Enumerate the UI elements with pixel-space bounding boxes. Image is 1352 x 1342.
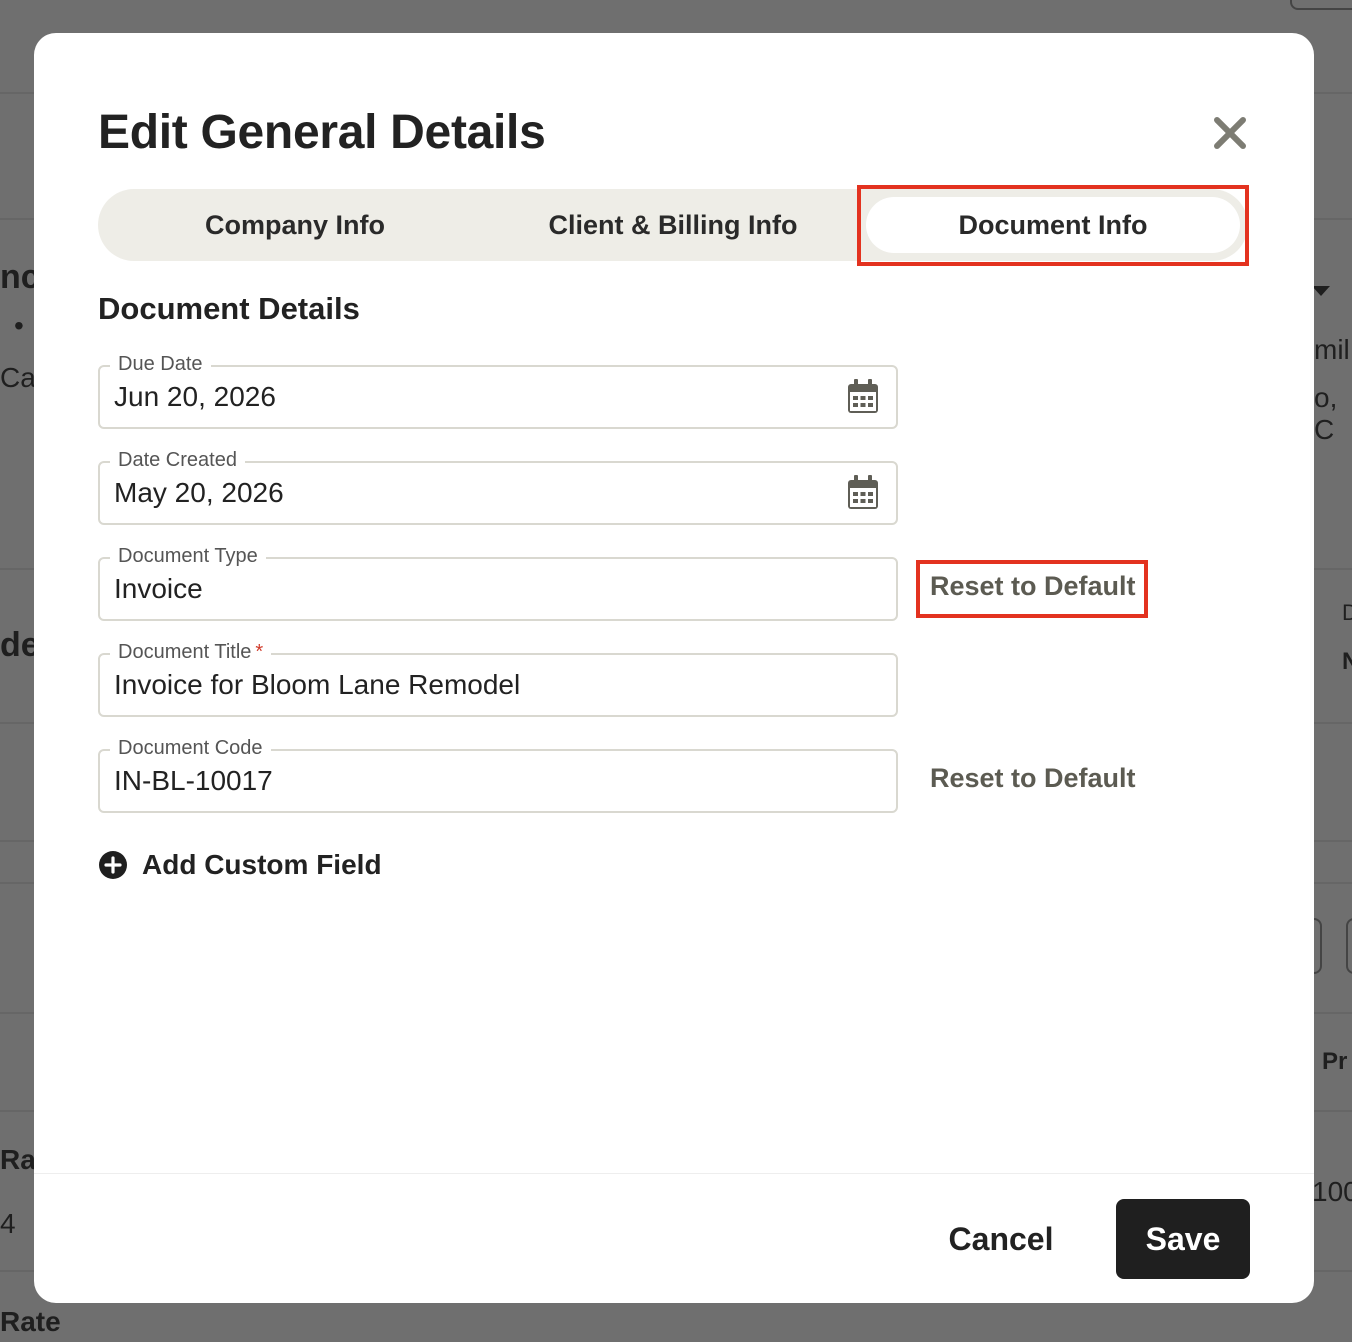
close-button[interactable] — [1212, 115, 1248, 151]
bg-button — [1290, 0, 1352, 10]
date-created-input[interactable] — [114, 471, 814, 515]
plus-circle-icon — [99, 851, 127, 879]
document-code-input[interactable] — [114, 759, 814, 803]
document-title-input[interactable] — [114, 663, 814, 707]
document-title-field: Document Title * — [98, 641, 898, 717]
edit-details-modal: Edit General Details Company Info Client… — [34, 33, 1314, 1303]
bg-text: D — [1342, 600, 1352, 625]
bg-text: 4 — [0, 1208, 16, 1239]
document-type-label: Document Type — [110, 545, 266, 568]
document-code-label: Document Code — [110, 737, 271, 760]
section-title: Document Details — [98, 291, 360, 326]
date-created-label: Date Created — [110, 449, 245, 472]
due-date-input[interactable] — [114, 375, 814, 419]
document-type-field: Document Type — [98, 545, 898, 621]
bg-text: Rate — [0, 1306, 61, 1337]
bg-text: Pr — [1322, 1048, 1348, 1075]
reset-document-code-button[interactable]: Reset to Default — [930, 763, 1136, 794]
tab-company-info[interactable]: Company Info — [106, 197, 484, 253]
due-date-label: Due Date — [110, 353, 211, 376]
bg-text: mil — [1314, 334, 1350, 365]
add-custom-field-label: Add Custom Field — [142, 849, 382, 880]
document-code-field: Document Code — [98, 737, 898, 813]
reset-document-type-button[interactable]: Reset to Default — [930, 571, 1136, 602]
calendar-icon[interactable] — [846, 379, 880, 415]
due-date-field: Due Date — [98, 353, 898, 429]
save-button[interactable]: Save — [1116, 1199, 1250, 1279]
document-title-label: Document Title * — [110, 641, 272, 664]
tab-client-billing-info[interactable]: Client & Billing Info — [484, 197, 862, 253]
tab-document-info[interactable]: Document Info — [866, 197, 1240, 253]
document-title-label-text: Document Title — [118, 641, 252, 663]
calendar-icon[interactable] — [846, 475, 880, 511]
modal-title: Edit General Details — [98, 106, 546, 159]
close-icon — [1214, 117, 1246, 149]
required-marker: * — [255, 641, 264, 663]
document-type-input[interactable] — [114, 567, 814, 611]
caret-down-icon — [1312, 286, 1330, 296]
cancel-button[interactable]: Cancel — [934, 1199, 1068, 1279]
date-created-field: Date Created — [98, 449, 898, 525]
bg-input — [1346, 918, 1352, 974]
bg-text: o, C — [1314, 382, 1338, 445]
tab-bar: Company Info Client & Billing Info Docum… — [98, 189, 1248, 261]
add-custom-field-button[interactable]: Add Custom Field — [98, 849, 382, 881]
footer-divider — [34, 1173, 1314, 1174]
bg-text: N — [1342, 648, 1352, 675]
bg-text: 100 — [1312, 1176, 1352, 1207]
bg-text: • — [14, 310, 24, 341]
